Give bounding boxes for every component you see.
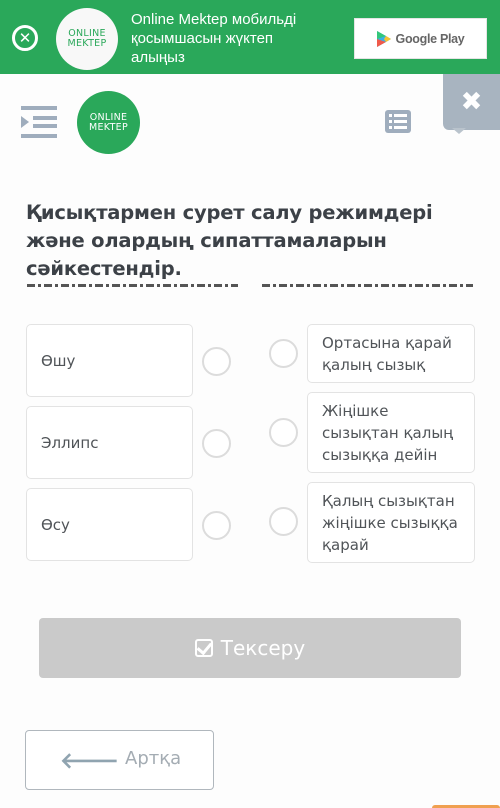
right-match-label: Жіңішке сызықтан қалың сызыққа дейін xyxy=(322,402,454,464)
google-play-label: Google Play xyxy=(395,31,465,46)
logo-line-2: MEKTEP xyxy=(88,121,129,133)
header-logo[interactable]: ONLINE MEKTEP xyxy=(77,91,140,154)
check-button[interactable]: Тексеру xyxy=(39,618,461,678)
left-match-item[interactable]: Өшу xyxy=(26,324,193,397)
circle-x-icon: ✕ xyxy=(18,28,32,47)
logo-line-1: ONLINE xyxy=(89,111,128,123)
sidebar-toggle-button[interactable] xyxy=(21,106,57,138)
banner-logo: ONLINE MEKTEP xyxy=(56,8,118,70)
left-connector-radio[interactable] xyxy=(202,347,231,376)
right-connector-radio[interactable] xyxy=(269,507,298,536)
list-icon[interactable] xyxy=(385,110,411,133)
right-match-item[interactable]: Қалың сызықтан жіңішке сызыққа қарай xyxy=(307,482,475,563)
left-match-item[interactable]: Эллипс xyxy=(26,406,193,479)
google-play-icon xyxy=(376,30,391,47)
obscured-instruction-line xyxy=(27,284,473,289)
app-download-banner: ✕ ONLINE MEKTEP Online Mektep мобильді қ… xyxy=(0,0,500,74)
left-connector-radio[interactable] xyxy=(202,511,231,540)
close-icon: ✖ xyxy=(460,87,483,117)
google-play-button[interactable]: Google Play xyxy=(354,18,487,59)
close-tab-pointer xyxy=(452,128,466,134)
task-title: Қисықтармен сурет салу режимдері және ол… xyxy=(26,201,433,280)
right-match-item[interactable]: Жіңішке сызықтан қалың сызыққа дейін xyxy=(307,392,475,473)
left-match-label: Эллипс xyxy=(41,433,99,452)
right-connector-radio[interactable] xyxy=(269,418,298,447)
right-match-label: Ортасына қарай қалың сызық xyxy=(322,334,452,374)
left-connector-radio[interactable] xyxy=(202,429,231,458)
close-button[interactable]: ✖ xyxy=(443,74,500,130)
left-match-label: Өшу xyxy=(41,351,76,370)
back-button[interactable]: 🡐 Артқа xyxy=(25,730,214,790)
back-button-label: Артқа xyxy=(125,748,182,769)
right-connector-radio[interactable] xyxy=(269,339,298,368)
left-match-label: Өсу xyxy=(41,515,70,534)
banner-close-button[interactable]: ✕ xyxy=(12,25,38,51)
logo-line-2: MEKTEP xyxy=(67,38,107,49)
banner-message: Online Mektep мобильді қосымшасын жүктеп… xyxy=(131,11,297,66)
right-match-item[interactable]: Ортасына қарай қалың сызық xyxy=(307,324,475,383)
arrow-left-icon: 🡐 xyxy=(60,749,119,774)
check-button-label: Тексеру xyxy=(220,636,306,660)
checkbox-icon xyxy=(194,639,213,657)
left-match-item[interactable]: Өсу xyxy=(26,488,193,561)
right-match-label: Қалың сызықтан жіңішке сызыққа қарай xyxy=(322,492,458,554)
